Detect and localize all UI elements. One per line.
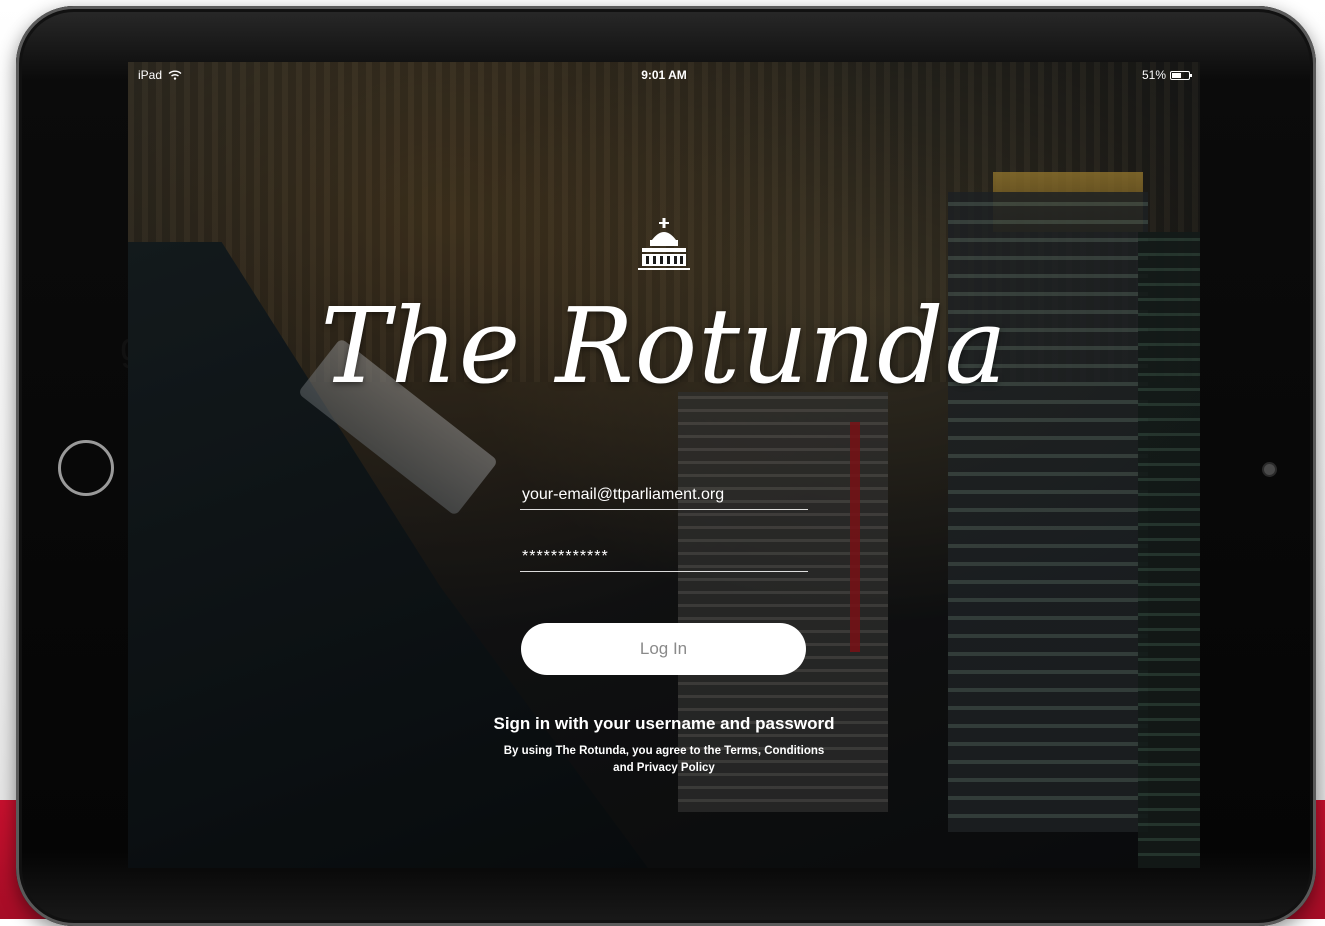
- battery-percentage: 51%: [1141, 68, 1166, 82]
- email-field[interactable]: [520, 480, 808, 510]
- terms-line-1: By using The Rotunda, you agree to the T…: [503, 745, 825, 757]
- password-field[interactable]: [520, 542, 808, 572]
- ipad-screen: iPad 9:01 AM 51% The Rotunda Log In: [128, 62, 1200, 868]
- status-bar: iPad 9:01 AM 51%: [128, 62, 1200, 88]
- status-time: 9:01 AM: [641, 68, 687, 82]
- battery-icon: [1170, 70, 1192, 80]
- status-right: 51%: [1141, 68, 1192, 82]
- app-title: The Rotunda: [320, 285, 1008, 407]
- camera-icon: [1264, 464, 1275, 475]
- signin-instructions: Sign in with your username and password: [493, 714, 835, 733]
- home-button[interactable]: [58, 440, 114, 496]
- terms-notice: By using The Rotunda, you agree to the T…: [478, 743, 850, 777]
- login-button[interactable]: Log In: [521, 623, 806, 675]
- terms-line-2: and Privacy Policy: [613, 762, 715, 774]
- building-icon: [638, 218, 690, 270]
